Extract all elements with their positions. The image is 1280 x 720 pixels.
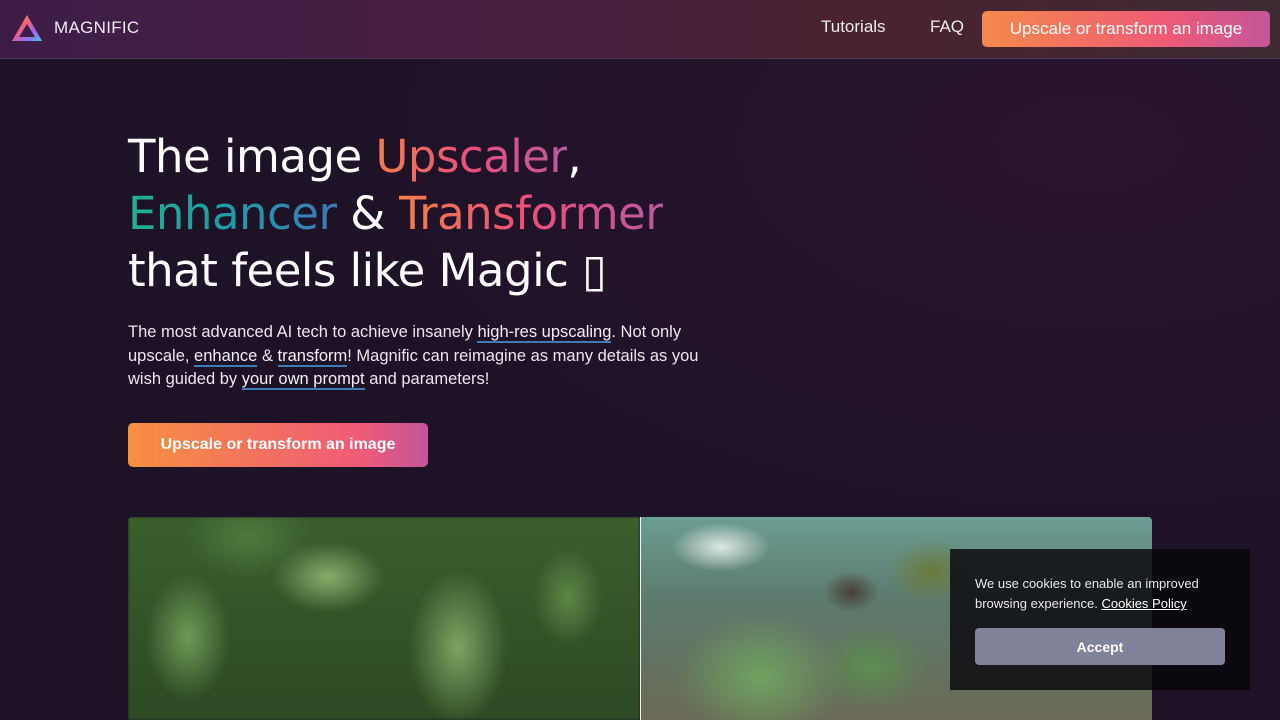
brand-logo[interactable]: MAGNIFIC bbox=[10, 13, 140, 43]
hero-title: The image Upscaler, Enhancer & Transform… bbox=[128, 128, 664, 299]
link-transform[interactable]: transform bbox=[277, 346, 348, 367]
title-line1-prefix: The image bbox=[128, 130, 376, 183]
triangle-logo-icon bbox=[12, 15, 42, 41]
cookies-policy-link[interactable]: Cookies Policy bbox=[1101, 596, 1186, 611]
title-highlight-enhancer: Enhancer bbox=[128, 187, 337, 240]
nav-link-faq[interactable]: FAQ bbox=[930, 17, 964, 37]
title-highlight-upscaler: Upscaler bbox=[375, 130, 568, 183]
desc-text: and parameters! bbox=[364, 370, 490, 388]
nav-upscale-button[interactable]: Upscale or transform an image bbox=[982, 11, 1270, 47]
title-line1-suffix: , bbox=[567, 130, 582, 183]
desc-text: The most advanced AI tech to achieve ins… bbox=[128, 323, 478, 341]
desc-text: & bbox=[257, 346, 278, 365]
before-image bbox=[128, 517, 640, 720]
cookie-banner: We use cookies to enable an improved bro… bbox=[950, 549, 1250, 690]
top-navbar: MAGNIFIC Tutorials FAQ Upscale or transf… bbox=[0, 0, 1280, 59]
cookie-accept-button[interactable]: Accept bbox=[975, 628, 1225, 665]
link-high-res-upscaling[interactable]: high-res upscaling bbox=[477, 323, 612, 343]
nav-link-tutorials[interactable]: Tutorials bbox=[821, 17, 886, 37]
hero-upscale-button[interactable]: Upscale or transform an image bbox=[128, 423, 428, 467]
title-highlight-transformer: Transformer bbox=[398, 187, 664, 240]
title-line3: that feels like Magic ▯ bbox=[128, 244, 607, 297]
link-enhance[interactable]: enhance bbox=[194, 346, 258, 367]
title-line2-mid: & bbox=[336, 187, 399, 240]
cookie-message: We use cookies to enable an improved bro… bbox=[975, 574, 1235, 614]
brand-name: MAGNIFIC bbox=[54, 18, 140, 37]
hero-description: The most advanced AI tech to achieve ins… bbox=[128, 321, 718, 392]
link-your-own-prompt[interactable]: your own prompt bbox=[241, 370, 365, 390]
